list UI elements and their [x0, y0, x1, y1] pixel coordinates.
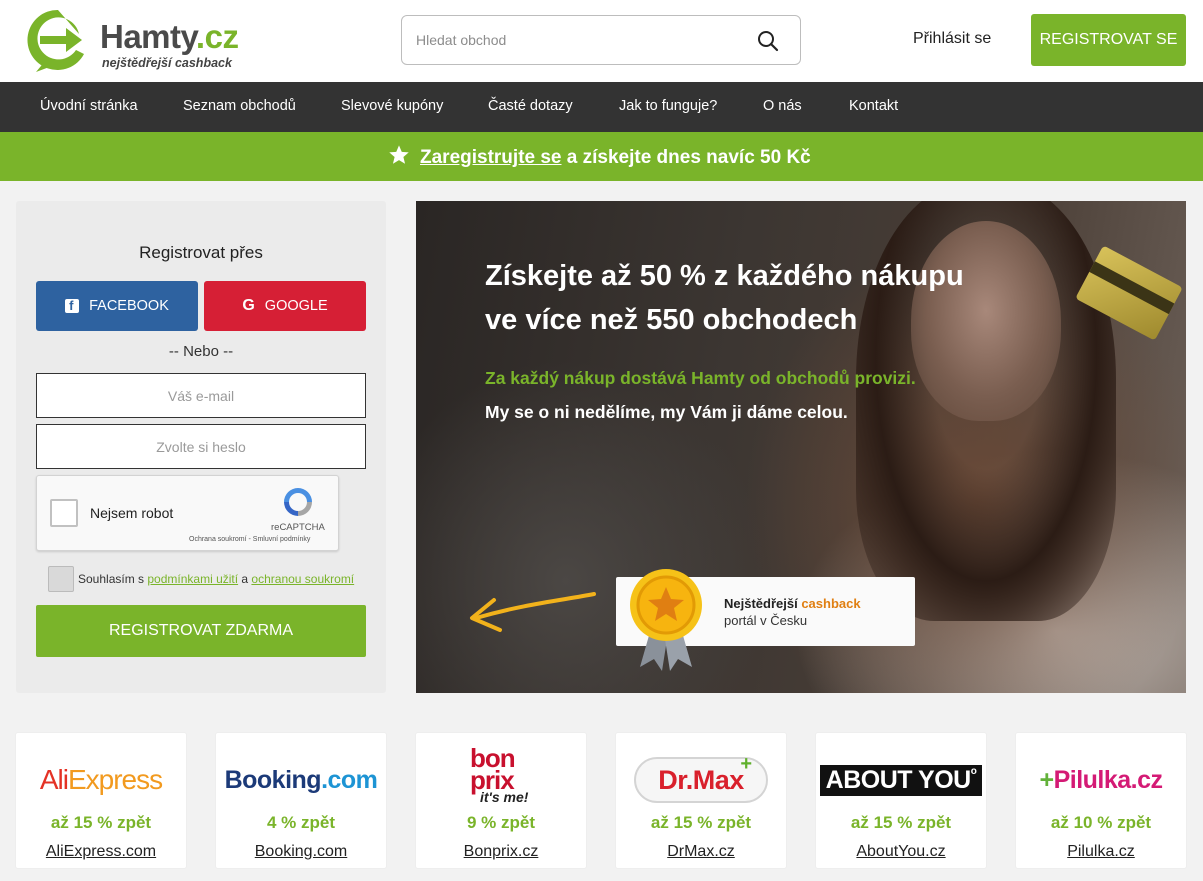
shop-card-aboutyou[interactable]: ABOUT YOUo až 15 % zpět AboutYou.cz — [816, 733, 986, 868]
register-button[interactable]: REGISTROVAT SE — [1031, 14, 1186, 66]
register-free-button[interactable]: REGISTROVAT ZDARMA — [36, 605, 366, 657]
shop-card-pilulka[interactable]: +Pilulka.cz až 10 % zpět Pilulka.cz — [1016, 733, 1186, 868]
nav-item-how-it-works[interactable]: Jak to funguje? — [619, 98, 717, 114]
logo-name: Hamty.cz — [100, 18, 239, 55]
logo[interactable]: Hamty.cz nejštědřejší cashback — [22, 4, 252, 76]
badge-title: Nejštědřejší cashback — [724, 596, 861, 611]
shop-card-booking[interactable]: Booking.com 4 % zpět Booking.com — [216, 733, 386, 868]
email-field[interactable] — [36, 373, 366, 418]
login-link[interactable]: Přihlásit se — [913, 30, 991, 48]
recaptcha-icon — [284, 488, 312, 516]
hero-banner: Získejte až 50 % z každého nákupu ve víc… — [416, 201, 1186, 693]
nav-item-about[interactable]: O nás — [763, 98, 802, 114]
register-title: Registrovat přes — [139, 243, 263, 262]
bonprix-logo: bon prix it's me! — [470, 743, 529, 805]
shop-link[interactable]: AliExpress.com — [16, 843, 186, 861]
shop-link[interactable]: Bonprix.cz — [416, 843, 586, 861]
promo-text: a získejte dnes navíc 50 Kč — [561, 147, 811, 168]
facebook-label: FACEBOOK — [89, 298, 169, 314]
terms-checkbox[interactable] — [48, 566, 74, 592]
hero-subtitle-white: My se o ni nedělíme, my Vám ji dáme celo… — [485, 402, 848, 422]
search-input[interactable] — [416, 28, 746, 52]
shop-cashback: až 15 % zpět — [850, 813, 952, 832]
shop-card-bonprix[interactable]: bon prix it's me! 9 % zpět Bonprix.cz — [416, 733, 586, 868]
google-button[interactable]: G GOOGLE — [204, 281, 366, 331]
nav-item-contact[interactable]: Kontakt — [849, 98, 898, 114]
recaptcha-checkbox[interactable] — [50, 499, 78, 527]
header: Hamty.cz nejštědřejší cashback Přihlásit… — [0, 0, 1203, 82]
recaptcha-links[interactable]: Ochrana soukromí - Smluvní podmínky — [189, 536, 310, 543]
logo-tagline: nejštědřejší cashback — [102, 56, 232, 70]
nav-item-faq[interactable]: Časté dotazy — [488, 98, 573, 114]
main-nav: Úvodní stránka Seznam obchodů Slevové ku… — [0, 82, 1203, 132]
pilulka-logo: +Pilulka.cz — [1039, 765, 1163, 794]
terms-text: Souhlasím s podmínkami užití a ochranou … — [78, 572, 355, 586]
shop-link[interactable]: DrMax.cz — [616, 843, 786, 861]
badge-subtitle: portál v Česku — [724, 613, 808, 628]
star-icon — [389, 145, 409, 164]
or-divider: -- Nebo -- — [168, 343, 234, 360]
google-label: GOOGLE — [264, 298, 328, 314]
register-panel: Registrovat přes FACEBOOK G GOOGLE -- Ne… — [16, 201, 386, 693]
recaptcha-label: Nejsem robot — [90, 505, 174, 521]
shop-cashback: až 15 % zpět — [650, 813, 752, 832]
shop-cashback: 9 % zpět — [466, 813, 536, 832]
nav-item-coupons[interactable]: Slevové kupóny — [341, 98, 443, 114]
shop-card-aliexpress[interactable]: AliExpress až 15 % zpět AliExpress.com — [16, 733, 186, 868]
promo-bar: Zaregistrujte se a získejte dnes navíc 5… — [0, 132, 1203, 181]
shop-cashback: 4 % zpět — [266, 813, 336, 832]
password-field[interactable] — [36, 424, 366, 469]
shop-cashback: až 15 % zpět — [50, 813, 152, 832]
arrow-icon — [470, 592, 596, 632]
aboutyou-logo: ABOUT YOUo — [816, 745, 986, 815]
booking-logo: Booking.com — [224, 765, 378, 794]
nav-item-home[interactable]: Úvodní stránka — [40, 98, 138, 114]
promo-content: Zaregistrujte se a získejte dnes navíc 5… — [388, 144, 811, 169]
promo-register-link[interactable]: Zaregistrujte se — [420, 147, 562, 168]
drmax-logo: Dr.Max + — [616, 745, 786, 815]
shop-link[interactable]: AboutYou.cz — [816, 843, 986, 861]
shop-card-drmax[interactable]: Dr.Max + až 15 % zpět DrMax.cz — [616, 733, 786, 868]
hero-title: Získejte až 50 % z každého nákupu ve víc… — [485, 260, 964, 336]
recaptcha-brand: reCAPTCHA — [271, 522, 325, 533]
privacy-link[interactable]: ochranou soukromí — [251, 572, 354, 586]
search-box — [401, 15, 801, 65]
facebook-button[interactable]: FACEBOOK — [36, 281, 198, 331]
facebook-icon — [65, 298, 80, 313]
shop-link[interactable]: Pilulka.cz — [1016, 843, 1186, 861]
aliexpress-logo: AliExpress — [39, 764, 163, 795]
terms-link[interactable]: podmínkami užití — [147, 572, 238, 586]
recaptcha-widget: Nejsem robot reCAPTCHA Ochrana soukromí … — [36, 475, 339, 551]
nav-item-shops[interactable]: Seznam obchodů — [183, 98, 296, 114]
medal-icon — [630, 569, 702, 671]
logo-arrow-icon — [27, 9, 84, 72]
hero-subtitle-green: Za každý nákup dostává Hamty od obchodů … — [485, 368, 916, 388]
search-icon[interactable] — [756, 29, 780, 53]
google-icon: G — [242, 297, 255, 314]
shop-cashback: až 10 % zpět — [1050, 813, 1152, 832]
shop-link[interactable]: Booking.com — [216, 843, 386, 861]
